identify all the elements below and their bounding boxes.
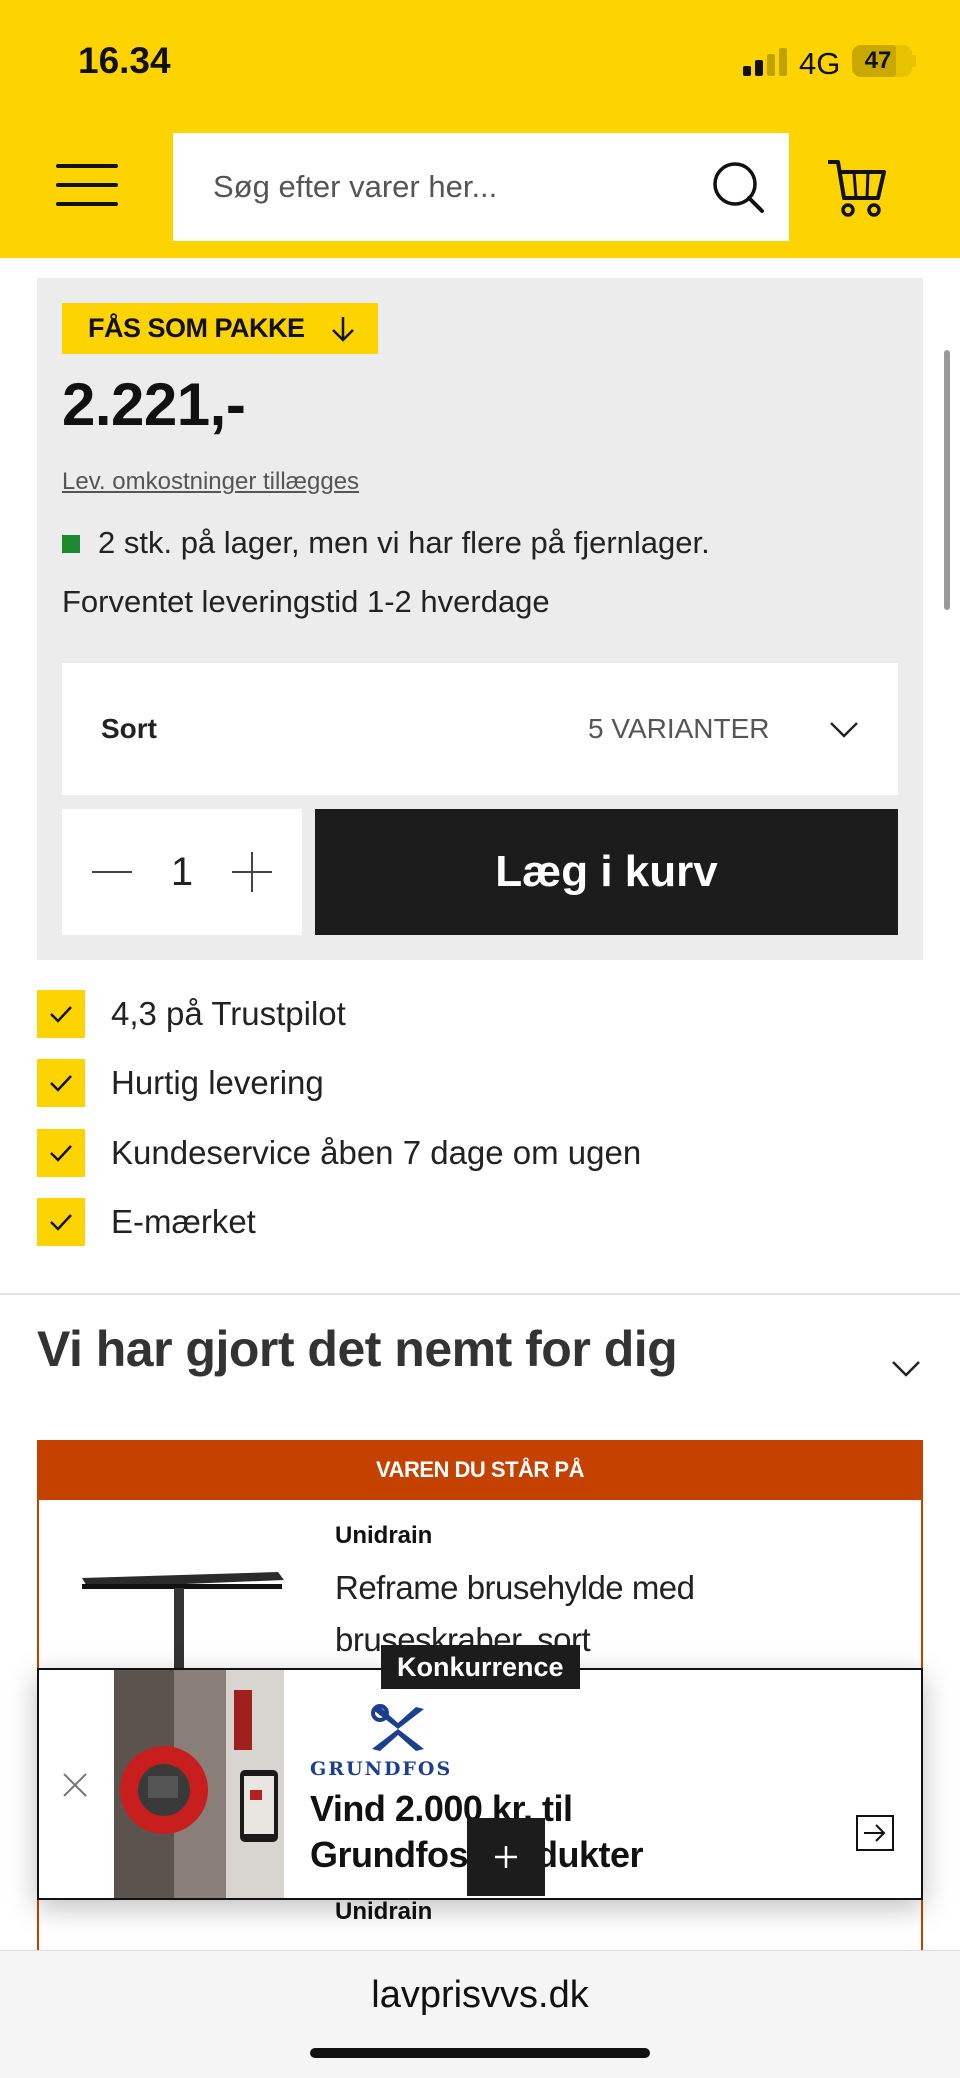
- home-indicator[interactable]: [310, 2048, 650, 2058]
- usp-item: E-mærket: [37, 1198, 917, 1248]
- cart-icon[interactable]: [826, 156, 888, 218]
- product-brand: Unidrain: [335, 1522, 433, 1549]
- usp-item: 4,3 på Trustpilot: [37, 990, 917, 1040]
- checkmark-icon: [37, 1059, 85, 1107]
- next-product-brand: Unidrain: [335, 1898, 433, 1925]
- product-image[interactable]: [78, 1560, 288, 1670]
- search-icon[interactable]: [710, 159, 766, 215]
- plus-icon[interactable]: [232, 852, 272, 892]
- usp-text: E-mærket: [111, 1203, 256, 1240]
- checkmark-icon: [37, 1198, 85, 1246]
- product-price: 2.221,-: [62, 371, 246, 438]
- usp-text: Hurtig levering: [111, 1064, 324, 1101]
- status-time: 16.34: [78, 40, 171, 81]
- pack-badge[interactable]: FÅS SOM PAKKE: [62, 303, 378, 354]
- quantity-value[interactable]: 1: [160, 809, 204, 935]
- stock-status-icon: [62, 535, 80, 553]
- stock-text: 2 stk. på lager, men vi har flere på fje…: [98, 525, 710, 560]
- network-type: 4G: [799, 46, 841, 81]
- url-text[interactable]: lavprisvvs.dk: [0, 1974, 960, 2017]
- signal-icon: [743, 46, 787, 76]
- search-input[interactable]: [213, 133, 693, 241]
- promo-tag: Konkurrence: [381, 1645, 580, 1689]
- checkmark-icon: [37, 1129, 85, 1177]
- battery-level: 47: [864, 47, 892, 74]
- usp-text: 4,3 på Trustpilot: [111, 995, 346, 1032]
- minus-icon[interactable]: [92, 852, 132, 892]
- section-divider: [0, 1293, 960, 1295]
- quantity-stepper: 1: [62, 809, 302, 935]
- chevron-down-icon[interactable]: [890, 1352, 922, 1384]
- grundfos-logo-icon: [371, 1704, 424, 1751]
- current-product-banner: VAREN DU STÅR PÅ: [37, 1440, 923, 1500]
- close-icon[interactable]: [60, 1770, 90, 1800]
- chevron-down-icon: [830, 722, 858, 738]
- pack-label: FÅS SOM PAKKE: [88, 313, 305, 343]
- variant-color: Sort: [101, 713, 157, 744]
- checkmark-icon: [37, 990, 85, 1038]
- arrow-right-icon[interactable]: [856, 1815, 894, 1851]
- search-bar: [173, 133, 789, 241]
- delivery-cost-link[interactable]: Lev. omkostninger tillægges: [62, 468, 359, 496]
- variant-selector[interactable]: Sort 5 VARIANTER: [62, 663, 898, 795]
- variant-count: 5 VARIANTER: [588, 713, 770, 744]
- plus-icon: [495, 1846, 517, 1868]
- add-to-cart-button[interactable]: Læg i kurv: [315, 809, 898, 935]
- usp-item: Hurtig levering: [37, 1059, 917, 1109]
- promo-image: [114, 1670, 284, 1898]
- delivery-eta: Forventet leveringstid 1-2 hverdage: [62, 584, 550, 619]
- arrow-down-icon: [332, 317, 354, 342]
- battery-tip: [912, 55, 916, 67]
- promo-expand-button[interactable]: [467, 1818, 545, 1896]
- battery-icon: 47: [852, 45, 912, 77]
- hamburger-menu-icon[interactable]: [56, 164, 118, 208]
- grundfos-logo-text: GRUNDFOS: [310, 1758, 453, 1780]
- usp-item: Kundeservice åben 7 dage om ugen: [37, 1129, 917, 1179]
- section-title[interactable]: Vi har gjort det nemt for dig: [37, 1320, 678, 1378]
- usp-text: Kundeservice åben 7 dage om ugen: [111, 1134, 642, 1171]
- scrollbar[interactable]: [944, 350, 950, 610]
